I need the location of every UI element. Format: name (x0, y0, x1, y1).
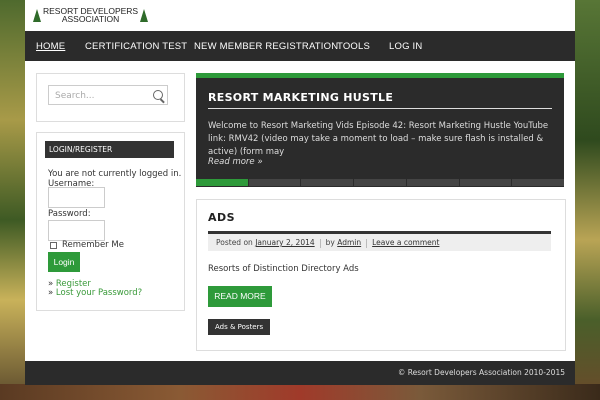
slider-divider (208, 108, 552, 109)
login-widget-title: LOGIN/REGISTER (45, 141, 174, 158)
logo-line-2: ASSOCIATION (61, 14, 120, 24)
login-links: » Register » Lost your Password? (48, 280, 142, 298)
login-status-text: You are not currently logged in. (48, 169, 182, 179)
leave-comment-link[interactable]: Leave a comment (372, 238, 439, 247)
main-nav: HOME CERTIFICATION TEST NEW MEMBER REGIS… (25, 31, 575, 61)
slider-body: Welcome to Resort Marketing Vids Episode… (208, 121, 549, 157)
by-label: by (325, 238, 335, 247)
slider-pager-dot[interactable] (512, 179, 565, 186)
search-input[interactable]: Search... (48, 85, 168, 105)
search-placeholder: Search... (55, 91, 95, 101)
lost-password-link[interactable]: Lost your Password? (56, 288, 142, 298)
remember-me-row: Remember Me (50, 240, 124, 250)
nav-item-log-in[interactable]: LOG IN (389, 41, 422, 52)
post-article: ADS Posted on January 2, 2014 by Admin Lea… (196, 199, 566, 351)
post-author-link[interactable]: Admin (337, 238, 361, 247)
login-button[interactable]: Login (48, 252, 80, 272)
slider-pager-dot[interactable] (196, 179, 248, 186)
password-label: Password: (48, 209, 91, 219)
nav-item-home[interactable]: HOME (36, 41, 65, 52)
search-icon[interactable] (153, 90, 163, 100)
slider-pager-dot[interactable] (248, 179, 301, 186)
meta-divider (319, 238, 321, 248)
post-title[interactable]: ADS (208, 211, 235, 224)
slider-pager-dot[interactable] (301, 179, 354, 186)
site-header: RESORT DEVELOPERS ASSOCIATION (25, 0, 575, 31)
nav-item-certification-test[interactable]: CERTIFICATION TEST (85, 41, 187, 52)
nav-item-tools[interactable]: TOOLS (337, 41, 370, 52)
lost-password-bullet: » (48, 288, 54, 298)
remember-me-checkbox[interactable] (50, 241, 57, 249)
read-more-button[interactable]: READ MORE (208, 286, 272, 307)
slider-pager-dot[interactable] (406, 179, 459, 186)
slider-pager-dot[interactable] (459, 179, 512, 186)
tree-icon (140, 8, 149, 22)
username-field[interactable] (48, 187, 105, 208)
meta-divider (366, 238, 368, 248)
remember-me-label: Remember Me (62, 240, 124, 250)
search-widget: Search... (36, 73, 185, 122)
slider-pager (196, 179, 565, 186)
post-excerpt: Resorts of Distinction Directory Ads (208, 264, 359, 274)
nav-item-new-member-registration[interactable]: NEW MEMBER REGISTRATION (194, 41, 338, 52)
tree-icon (33, 8, 41, 22)
site-logo[interactable]: RESORT DEVELOPERS ASSOCIATION (33, 7, 149, 24)
featured-slider: RESORT MARKETING HUSTLE Welcome to Resor… (196, 73, 564, 187)
slider-title[interactable]: RESORT MARKETING HUSTLE (208, 91, 393, 104)
footer-copyright: © Resort Developers Association 2010-201… (397, 368, 565, 377)
post-meta: Posted on January 2, 2014 by Admin Leave a… (208, 231, 551, 251)
page-container: RESORT DEVELOPERS ASSOCIATION HOME CERTI… (25, 0, 575, 385)
posted-on-label: Posted on (216, 238, 253, 247)
slider-read-more[interactable]: Read more » (208, 157, 263, 167)
site-footer: © Resort Developers Association 2010-201… (25, 361, 575, 385)
login-status: You are not currently logged in. Usernam… (48, 169, 181, 189)
logo-text: RESORT DEVELOPERS ASSOCIATION (43, 7, 138, 24)
login-widget: LOGIN/REGISTER You are not currently log… (36, 132, 185, 311)
background-trees-left (0, 0, 26, 400)
slider-pager-dot[interactable] (354, 179, 406, 186)
background-trees-right (574, 0, 600, 400)
post-date-link[interactable]: January 2, 2014 (255, 238, 314, 247)
post-tag[interactable]: Ads & Posters (208, 319, 271, 335)
password-field[interactable] (48, 220, 105, 241)
background-lodge (0, 384, 600, 400)
